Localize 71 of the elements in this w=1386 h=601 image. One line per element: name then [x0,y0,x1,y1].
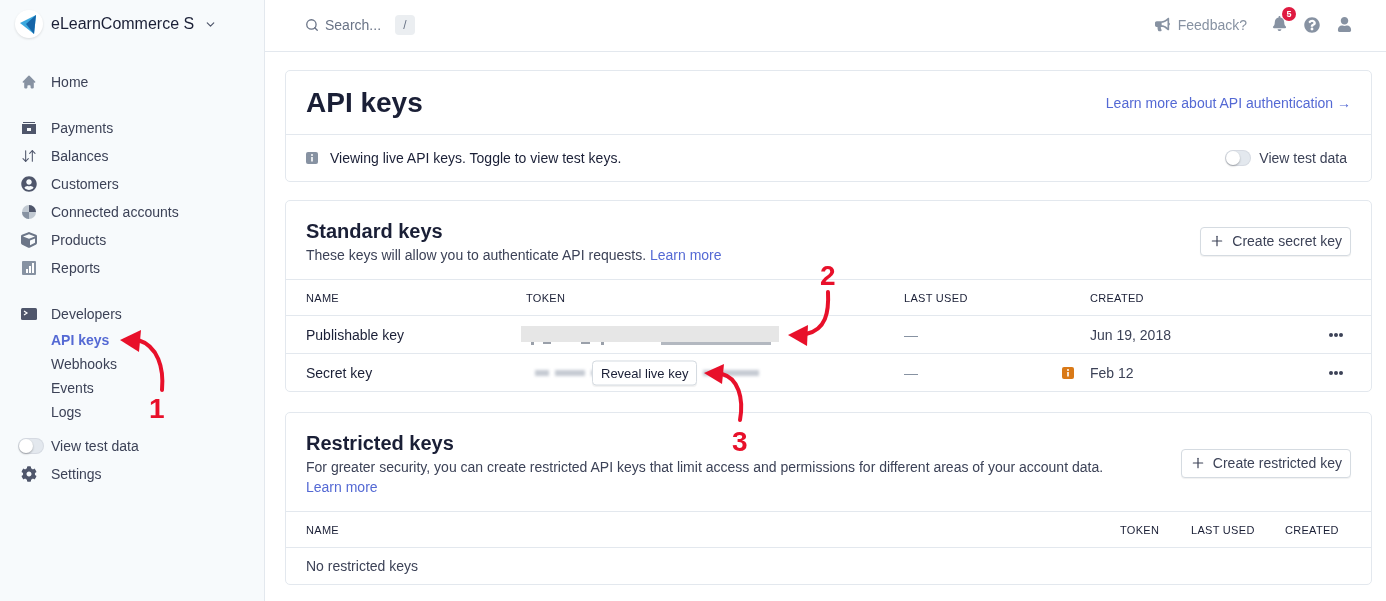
column-header: CREATED [1285,523,1340,536]
toggle-switch[interactable] [18,438,44,454]
column-header: LAST USED [1191,523,1256,536]
column-header: CREATED [1090,291,1145,304]
account-button[interactable] [1336,16,1352,33]
nav-item[interactable]: Reports [21,254,101,282]
table-cell: Jun 19, 2018 [1090,326,1171,343]
nav-subitem[interactable]: Webhooks [51,352,117,376]
annotation-number: 1 [149,395,165,423]
toggle-label: View test data [51,438,139,454]
search-field[interactable]: Search... [325,16,387,33]
docs-link[interactable]: Learn more about API authentication → [1105,94,1351,111]
column-header: TOKEN [526,291,567,304]
reveal-key-button[interactable]: Reveal live key [592,360,698,385]
toggle-label: View test data [1259,150,1347,166]
section-description: For greater security, you can create restricted API keys that limit access and permissions for different areas of your account data. Learn more [306,458,1105,497]
notice-text: Viewing live API keys. Toggle to view test keys. [330,150,622,166]
nav-item[interactable]: Home [21,68,89,96]
annotation-number: 2 [820,262,836,290]
table-cell: Feb 12 [1090,364,1134,381]
notifications-button[interactable]: 5 [1272,6,1296,31]
help-icon [1304,16,1320,33]
nav-item[interactable]: Connected accounts [21,198,179,226]
column-header: NAME [306,523,340,536]
section-title: Standard keys [306,219,443,244]
shortcut-key: / [395,14,415,35]
nav-item[interactable]: Settings [21,460,102,488]
nav-item[interactable]: Products [21,226,107,254]
table-cell: — [904,326,918,343]
account-switcher[interactable]: eLearnCommerce S [51,15,218,33]
column-header: TOKEN [1120,523,1161,536]
bell-icon [1272,15,1287,31]
notification-count: 5 [1282,6,1296,21]
page-title: API keys [306,88,423,117]
terminal-icon [21,306,37,322]
nav-subitem[interactable]: Events [51,376,94,400]
settings-icon [21,466,37,482]
wallet-icon [21,120,37,136]
pie-chart-icon [21,204,37,220]
learn-more-link[interactable]: Learn more [306,479,378,495]
ellipsis-icon [1329,370,1343,375]
info-icon [306,152,318,164]
nav-item[interactable]: Balances [21,142,109,170]
empty-message: No restricted keys [306,558,419,574]
nav-subitem[interactable]: Logs [51,400,82,424]
section-description: These keys will allow you to authenticate API requests. Learn more [306,246,722,265]
logo-icon [15,10,43,38]
cube-icon [21,232,37,248]
megaphone-icon [1154,17,1170,32]
nav-item[interactable]: Payments [21,114,114,142]
search-icon [305,17,319,32]
section-title: Restricted keys [306,431,454,456]
nav-item[interactable]: Developers [21,300,122,328]
help-button[interactable] [1304,16,1320,33]
table-cell: Secret key [306,364,373,381]
annotation-number: 3 [732,428,748,456]
create-key-button[interactable]: Create secret key [1200,226,1351,256]
nav-subitem[interactable]: API keys [51,328,110,352]
user-icon [1336,17,1352,32]
toggle-switch[interactable] [1225,150,1252,166]
create-key-button[interactable]: Create restricted key [1180,448,1351,478]
home-icon [21,74,37,90]
table-cell: — [904,364,918,381]
column-header: NAME [306,291,340,304]
table-cell: Publishable key [306,326,405,343]
ellipsis-icon [1329,332,1343,337]
nav-item[interactable]: Customers [21,170,119,198]
learn-more-link[interactable]: Learn more [649,247,722,263]
column-header: LAST USED [904,291,969,304]
arrows-up-down-icon [21,148,37,164]
bar-chart-icon [21,260,37,276]
